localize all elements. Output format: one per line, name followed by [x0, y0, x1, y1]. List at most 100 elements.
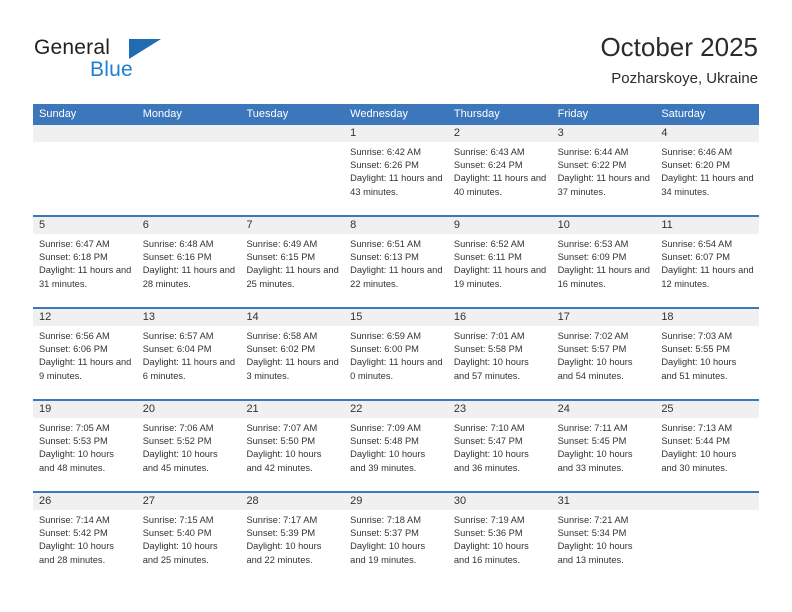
- calendar-day-cell[interactable]: 7 Sunrise: 6:49 AM Sunset: 6:15 PM Daylight…: [240, 217, 345, 307]
- daylight-text: Daylight: 10 hours and 45 minutes.: [142, 449, 218, 473]
- sunset-text: Sunset: 6:22 PM: [557, 160, 627, 171]
- day-number-band: 3: [551, 125, 656, 142]
- calendar-day-cell[interactable]: 5 Sunrise: 6:47 AM Sunset: 6:18 PM Daylight…: [33, 217, 137, 307]
- day-number: 8: [350, 219, 357, 231]
- day-number: 1: [350, 127, 357, 139]
- calendar-week-inner: 1 Sunrise: 6:42 AM Sunset: 6:26 PM Daylight…: [33, 125, 760, 215]
- calendar-day-cell[interactable]: 20 Sunrise: 7:06 AM Sunset: 5:52 PM Dayligh…: [136, 401, 241, 491]
- sunrise-text: Sunrise: 6:46 AM: [661, 147, 733, 157]
- calendar-day-cell[interactable]: 14 Sunrise: 6:58 AM Sunset: 6:02 PM Dayligh…: [240, 309, 345, 399]
- sunrise-text: Sunrise: 7:07 AM: [246, 423, 318, 433]
- calendar-week-inner: 5 Sunrise: 6:47 AM Sunset: 6:18 PM Daylight…: [33, 217, 760, 307]
- sunset-text: Sunset: 6:06 PM: [39, 344, 108, 355]
- daylight-text: Daylight: 11 hours and 40 minutes.: [453, 173, 547, 197]
- day-details: Sunrise: 6:59 AM Sunset: 6:00 PM Daylight:…: [344, 326, 448, 383]
- daylight-text: Daylight: 10 hours and 54 minutes.: [557, 357, 633, 381]
- day-number-band: [655, 493, 760, 510]
- day-number-band: 24: [551, 401, 656, 418]
- sunset-text: Sunset: 5:34 PM: [557, 528, 627, 539]
- sunset-text: Sunset: 5:36 PM: [453, 528, 523, 539]
- sunset-text: Sunset: 5:57 PM: [557, 344, 627, 355]
- general-blue-logo[interactable]: General Blue: [34, 36, 274, 92]
- calendar-day-cell[interactable]: 17 Sunrise: 7:02 AM Sunset: 5:57 PM Dayligh…: [551, 309, 656, 399]
- sunrise-text: Sunrise: 6:53 AM: [557, 239, 629, 249]
- calendar-day-cell[interactable]: 27 Sunrise: 7:15 AM Sunset: 5:40 PM Dayligh…: [136, 493, 241, 583]
- daylight-text: Daylight: 10 hours and 22 minutes.: [246, 541, 322, 565]
- sunrise-text: Sunrise: 6:49 AM: [246, 239, 318, 249]
- calendar-day-cell[interactable]: 16 Sunrise: 7:01 AM Sunset: 5:58 PM Dayligh…: [447, 309, 552, 399]
- day-number: 29: [350, 495, 363, 507]
- calendar-day-cell[interactable]: 6 Sunrise: 6:48 AM Sunset: 6:16 PM Daylight…: [136, 217, 241, 307]
- day-number: 5: [39, 219, 46, 231]
- day-number-band: 14: [240, 309, 345, 326]
- sunrise-text: Sunrise: 6:48 AM: [142, 239, 214, 249]
- calendar-day-cell[interactable]: 30 Sunrise: 7:19 AM Sunset: 5:36 PM Dayligh…: [447, 493, 552, 583]
- day-number: 31: [557, 495, 570, 507]
- day-number-band: [240, 125, 345, 142]
- day-details: Sunrise: 6:43 AM Sunset: 6:24 PM Daylight:…: [448, 142, 552, 199]
- sunrise-text: Sunrise: 7:11 AM: [557, 423, 628, 433]
- sunset-text: Sunset: 6:02 PM: [246, 344, 316, 355]
- day-number-band: 26: [33, 493, 137, 510]
- calendar-day-cell[interactable]: 31 Sunrise: 7:21 AM Sunset: 5:34 PM Dayligh…: [551, 493, 656, 583]
- day-number-band: 6: [136, 217, 241, 234]
- calendar-day-cell[interactable]: 13 Sunrise: 6:57 AM Sunset: 6:04 PM Dayligh…: [136, 309, 241, 399]
- calendar-day-cell[interactable]: 26 Sunrise: 7:14 AM Sunset: 5:42 PM Dayligh…: [33, 493, 137, 583]
- calendar-day-cell[interactable]: 12 Sunrise: 6:56 AM Sunset: 6:06 PM Dayligh…: [33, 309, 137, 399]
- day-details: Sunrise: 7:01 AM Sunset: 5:58 PM Daylight:…: [448, 326, 552, 383]
- calendar-day-cell[interactable]: 15 Sunrise: 6:59 AM Sunset: 6:00 PM Dayligh…: [344, 309, 448, 399]
- day-details: Sunrise: 7:03 AM Sunset: 5:55 PM Daylight:…: [655, 326, 759, 383]
- calendar-day-cell[interactable]: 18 Sunrise: 7:03 AM Sunset: 5:55 PM Dayligh…: [655, 309, 760, 399]
- day-details: Sunrise: 6:54 AM Sunset: 6:07 PM Daylight:…: [655, 234, 759, 291]
- daylight-text: Daylight: 10 hours and 36 minutes.: [453, 449, 529, 473]
- sunset-text: Sunset: 5:45 PM: [557, 436, 627, 447]
- sunset-text: Sunset: 5:52 PM: [142, 436, 212, 447]
- sunrise-text: Sunrise: 7:09 AM: [350, 423, 421, 433]
- day-number-band: 16: [447, 309, 552, 326]
- day-number-band: 31: [551, 493, 656, 510]
- logo-text-general: General: [34, 36, 111, 59]
- calendar-day-cell[interactable]: 24 Sunrise: 7:11 AM Sunset: 5:45 PM Dayligh…: [551, 401, 656, 491]
- calendar-day-cell[interactable]: 1 Sunrise: 6:42 AM Sunset: 6:26 PM Daylight…: [344, 125, 448, 215]
- calendar-day-cell[interactable]: 3 Sunrise: 6:44 AM Sunset: 6:22 PM Daylight…: [551, 125, 656, 215]
- day-number-band: 4: [655, 125, 760, 142]
- sunrise-text: Sunrise: 6:59 AM: [350, 331, 421, 341]
- day-details: Sunrise: 6:47 AM Sunset: 6:18 PM Daylight:…: [33, 234, 137, 291]
- day-number-band: [136, 125, 241, 142]
- sunrise-text: Sunrise: 7:18 AM: [350, 515, 421, 525]
- calendar-day-cell[interactable]: 28 Sunrise: 7:17 AM Sunset: 5:39 PM Dayligh…: [240, 493, 345, 583]
- sunrise-text: Sunrise: 7:05 AM: [39, 423, 110, 433]
- calendar-day-cell[interactable]: 19 Sunrise: 7:05 AM Sunset: 5:53 PM Dayligh…: [33, 401, 137, 491]
- day-number-band: 25: [655, 401, 760, 418]
- calendar-day-cell[interactable]: 22 Sunrise: 7:09 AM Sunset: 5:48 PM Dayligh…: [344, 401, 448, 491]
- sunrise-text: Sunrise: 7:14 AM: [39, 515, 110, 525]
- calendar-week-inner: 19 Sunrise: 7:05 AM Sunset: 5:53 PM Dayligh…: [33, 401, 760, 491]
- sunrise-text: Sunrise: 7:21 AM: [557, 515, 629, 525]
- calendar-day-cell[interactable]: 25 Sunrise: 7:13 AM Sunset: 5:44 PM Dayligh…: [655, 401, 760, 491]
- calendar-day-cell[interactable]: 8 Sunrise: 6:51 AM Sunset: 6:13 PM Daylight…: [344, 217, 448, 307]
- day-number-band: 19: [33, 401, 137, 418]
- calendar-day-cell[interactable]: 21 Sunrise: 7:07 AM Sunset: 5:50 PM Dayligh…: [240, 401, 345, 491]
- calendar-week-inner: 12 Sunrise: 6:56 AM Sunset: 6:06 PM Dayligh…: [33, 309, 760, 399]
- sunset-text: Sunset: 6:20 PM: [661, 160, 731, 171]
- sunset-text: Sunset: 6:00 PM: [350, 344, 419, 355]
- calendar-day-cell[interactable]: 29 Sunrise: 7:18 AM Sunset: 5:37 PM Dayligh…: [344, 493, 448, 583]
- daylight-text: Daylight: 11 hours and 37 minutes.: [557, 173, 650, 197]
- day-details: Sunrise: 7:13 AM Sunset: 5:44 PM Daylight:…: [655, 418, 759, 475]
- calendar-day-cell[interactable]: 23 Sunrise: 7:10 AM Sunset: 5:47 PM Dayligh…: [447, 401, 552, 491]
- calendar-day-cell[interactable]: 9 Sunrise: 6:52 AM Sunset: 6:11 PM Daylight…: [447, 217, 552, 307]
- day-number: 13: [142, 311, 155, 323]
- day-number: 24: [557, 403, 570, 415]
- calendar-day-cell[interactable]: 11 Sunrise: 6:54 AM Sunset: 6:07 PM Dayligh…: [655, 217, 760, 307]
- sunset-text: Sunset: 6:11 PM: [453, 252, 522, 263]
- day-details: Sunrise: 6:57 AM Sunset: 6:04 PM Daylight:…: [137, 326, 241, 383]
- calendar-day-cell[interactable]: 10 Sunrise: 6:53 AM Sunset: 6:09 PM Dayligh…: [551, 217, 656, 307]
- weekday-header-row: Sunday Monday Tuesday Wednesday Thursday…: [33, 104, 759, 125]
- sunset-text: Sunset: 6:09 PM: [557, 252, 627, 263]
- calendar-day-cell[interactable]: 4 Sunrise: 6:46 AM Sunset: 6:20 PM Daylight…: [655, 125, 760, 215]
- daylight-text: Daylight: 10 hours and 57 minutes.: [453, 357, 529, 381]
- day-details: Sunrise: 7:14 AM Sunset: 5:42 PM Daylight:…: [33, 510, 137, 567]
- logo-text-blue: Blue: [90, 58, 133, 81]
- sunrise-text: Sunrise: 6:44 AM: [557, 147, 629, 157]
- calendar-day-cell[interactable]: 2 Sunrise: 6:43 AM Sunset: 6:24 PM Daylight…: [447, 125, 552, 215]
